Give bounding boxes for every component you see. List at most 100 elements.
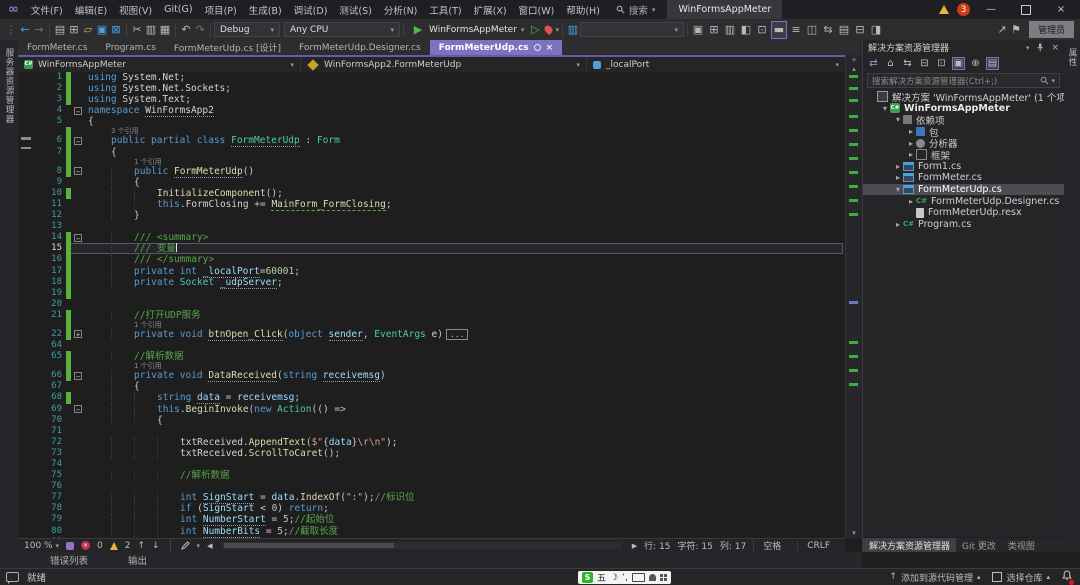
- code-line[interactable]: 79int NumberStart = 5;//起始位: [18, 514, 845, 525]
- toolbar-icon[interactable]: ◫: [805, 22, 819, 38]
- wubi-mode-icon[interactable]: 五: [597, 571, 606, 584]
- code-line[interactable]: 21//打开UDP服务: [18, 310, 845, 321]
- copy-icon[interactable]: ▥: [144, 22, 158, 38]
- code-line[interactable]: 20: [18, 299, 845, 310]
- tree-item[interactable]: 解决方案 'WinFormsAppMeter' (1 个项目, 共 1 个): [863, 91, 1064, 103]
- menu-item[interactable]: 编辑(E): [69, 3, 113, 17]
- codelens-references[interactable]: 1 个引用: [134, 362, 162, 370]
- project-dropdown[interactable]: C# WinFormsAppMeter▾: [18, 57, 301, 72]
- menu-item[interactable]: 测试(S): [333, 3, 377, 17]
- codelens-references[interactable]: 1 个引用: [134, 321, 162, 329]
- sogou-ime-icon[interactable]: S: [582, 572, 593, 583]
- close-button[interactable]: ×: [1048, 4, 1074, 15]
- code-line[interactable]: 67{: [18, 381, 845, 392]
- code-line[interactable]: 7{: [18, 147, 845, 158]
- panel-tab[interactable]: 解决方案资源管理器: [863, 538, 956, 552]
- scroll-down-arrow[interactable]: ▾: [846, 529, 862, 537]
- toolbar-icon[interactable]: ⇆: [821, 22, 835, 38]
- panel-tab[interactable]: 类视图: [1002, 538, 1041, 552]
- code-line[interactable]: 22+private void btnOpen_Click(object sen…: [18, 329, 845, 340]
- toolbar-dropdown[interactable]: ▾: [580, 22, 684, 37]
- sync-with-active-document-icon[interactable]: ⇆: [901, 57, 914, 70]
- code-line[interactable]: 13: [18, 221, 845, 232]
- menu-item[interactable]: 扩展(X): [468, 3, 513, 17]
- toolbar-icon[interactable]: ◨: [869, 22, 883, 38]
- fold-marker[interactable]: −: [74, 234, 82, 242]
- menu-item[interactable]: 调试(D): [288, 3, 334, 17]
- add-to-source-control-button[interactable]: ↑ 添加到源代码管理 ▴: [889, 571, 980, 584]
- expander-icon[interactable]: ▾: [893, 185, 903, 194]
- code-line[interactable]: 19: [18, 288, 845, 299]
- code-line[interactable]: 10InitializeComponent();: [18, 188, 845, 199]
- prev-issue-arrow[interactable]: ↑: [137, 541, 145, 551]
- editor-tab[interactable]: FormMeterUdp.cs [设计]: [165, 40, 290, 55]
- start-without-debugging-icon[interactable]: ▷: [528, 22, 542, 38]
- home-icon[interactable]: ⌂: [884, 57, 897, 70]
- undo-icon[interactable]: ↶: [179, 22, 193, 38]
- close-tab-icon[interactable]: ×: [546, 43, 554, 53]
- notification-badge[interactable]: 3: [957, 3, 970, 16]
- navigate-forward-icon[interactable]: →: [32, 22, 46, 38]
- menu-item[interactable]: 文件(F): [25, 3, 69, 17]
- type-dropdown[interactable]: WinFormsApp2.FormMeterUdp▾: [301, 57, 587, 72]
- collapse-all-icon[interactable]: ⊟: [918, 57, 931, 70]
- input-method-bar[interactable]: S 五 ☽ ’,: [578, 571, 671, 584]
- horizontal-scrollbar[interactable]: [222, 542, 621, 549]
- select-repository-button[interactable]: 选择仓库 ▴: [992, 571, 1050, 584]
- expander-icon[interactable]: ▸: [906, 150, 916, 159]
- navigate-back-icon[interactable]: ←: [18, 22, 32, 38]
- char-indicator[interactable]: 字符: 15: [678, 539, 713, 552]
- expander-icon[interactable]: ▸: [906, 197, 916, 206]
- code-line[interactable]: 11this.FormClosing += MainForm_FormClosi…: [18, 199, 845, 210]
- code-line[interactable]: 71: [18, 426, 845, 437]
- code-line[interactable]: 15/// 变量: [18, 243, 845, 254]
- expander-icon[interactable]: ▸: [893, 173, 903, 182]
- code-line[interactable]: 64: [18, 340, 845, 351]
- hscroll-left-arrow[interactable]: ◀: [207, 542, 212, 550]
- fold-marker[interactable]: −: [74, 405, 82, 413]
- expander-icon[interactable]: ▸: [906, 127, 916, 136]
- fold-marker[interactable]: −: [74, 372, 82, 380]
- codelens-references[interactable]: 3 个引用: [111, 127, 139, 135]
- tree-item[interactable]: FormMeterUdp.resx: [863, 207, 1064, 219]
- show-all-files-icon[interactable]: ▣: [952, 57, 965, 70]
- line-indicator[interactable]: 行: 15: [644, 539, 670, 552]
- redo-icon[interactable]: ↷: [193, 22, 207, 38]
- switch-views-icon[interactable]: ⇄: [867, 57, 880, 70]
- menu-item[interactable]: 分析(N): [378, 3, 424, 17]
- bottom-tab[interactable]: 输出: [128, 553, 147, 567]
- fold-marker[interactable]: −: [74, 137, 82, 145]
- fold-marker[interactable]: +: [74, 330, 82, 338]
- code-line[interactable]: 6−public partial class FormMeterUdp : Fo…: [18, 135, 845, 146]
- menu-item[interactable]: 帮助(H): [560, 3, 606, 17]
- cut-icon[interactable]: ✂: [130, 22, 144, 38]
- toolbar-icon[interactable]: ▣: [691, 22, 705, 38]
- tree-item[interactable]: ▸包: [863, 126, 1064, 138]
- minimize-button[interactable]: —: [978, 4, 1004, 15]
- tree-item[interactable]: ▸Form1.cs: [863, 161, 1064, 173]
- warning-icon[interactable]: [939, 5, 949, 14]
- hot-reload-icon[interactable]: [543, 24, 554, 35]
- code-line[interactable]: 5{: [18, 116, 845, 127]
- paste-icon[interactable]: ▦: [158, 22, 172, 38]
- toolbar-icon[interactable]: ⊟: [853, 22, 867, 38]
- new-project-icon[interactable]: ▤: [53, 22, 67, 38]
- restore-button[interactable]: [1021, 5, 1031, 15]
- ime-menu-icon[interactable]: [660, 574, 667, 581]
- menu-item[interactable]: 工具(T): [423, 3, 467, 17]
- split-editor-button[interactable]: +: [846, 56, 862, 64]
- toolbar-icon[interactable]: ≡: [789, 22, 803, 38]
- tree-item[interactable]: ▸C#Program.cs: [863, 219, 1064, 231]
- properties-icon[interactable]: ⊡: [935, 57, 948, 70]
- indentation-indicator[interactable]: 空格: [753, 539, 790, 552]
- tree-item[interactable]: ▸分析器: [863, 137, 1064, 149]
- code-line[interactable]: 66−private void DataReceived(string rece…: [18, 370, 845, 381]
- zoom-level-dropdown[interactable]: 100 % ▾: [24, 541, 59, 551]
- server-explorer-tab[interactable]: 服务器资源管理器: [3, 48, 15, 124]
- share-icon[interactable]: ↗: [995, 22, 1009, 38]
- toolbar-icon[interactable]: ◧: [739, 22, 753, 38]
- account-icon[interactable]: [649, 574, 656, 581]
- code-line[interactable]: 17private int _localPort=60001;: [18, 266, 845, 277]
- error-count[interactable]: 0: [97, 541, 103, 551]
- expander-icon[interactable]: ▸: [893, 220, 903, 229]
